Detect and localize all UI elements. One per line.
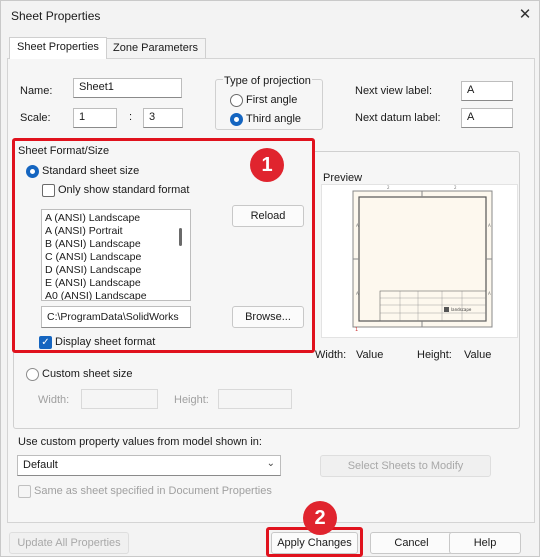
preview-zone-top: 2 [387, 185, 390, 190]
next-view-input[interactable]: A [461, 81, 513, 101]
step-badge-1: 1 [250, 148, 284, 182]
sheet-format-list[interactable]: A (ANSI) Landscape A (ANSI) Portrait B (… [41, 209, 191, 301]
preview-zone-right: A [488, 223, 491, 228]
preview-zone-bottom: 1 [355, 327, 358, 333]
same-as-label: Same as sheet specified in Document Prop… [34, 485, 272, 497]
custom-size-label: Custom sheet size [42, 368, 133, 380]
list-item[interactable]: C (ANSI) Landscape [45, 251, 141, 264]
preview-zone-right: A [488, 291, 491, 296]
apply-changes-button[interactable]: Apply Changes [271, 532, 358, 554]
reload-button[interactable]: Reload [232, 205, 304, 227]
standard-size-radio[interactable] [26, 165, 39, 178]
preview-title-block-text: landscape [451, 307, 472, 312]
next-datum-label: Next datum label: [355, 112, 441, 124]
custom-height-label: Height: [174, 394, 209, 406]
list-item[interactable]: E (ANSI) Landscape [45, 277, 141, 290]
preview-zone-top: 2 [454, 185, 457, 190]
help-button[interactable]: Help [449, 532, 521, 554]
browse-button[interactable]: Browse... [232, 306, 304, 328]
sheet-properties-dialog: Sheet Properties ✕ Sheet Properties Zone… [0, 0, 540, 557]
next-view-label: Next view label: [355, 85, 433, 97]
preview-width-value: Value [356, 349, 384, 361]
chevron-down-icon: ⌄ [266, 458, 275, 469]
standard-size-label: Standard sheet size [42, 165, 140, 177]
third-angle-label: Third angle [246, 113, 302, 125]
custom-size-radio[interactable] [26, 368, 39, 381]
first-angle-label: First angle [246, 94, 298, 106]
property-source-select[interactable]: Default ⌄ [17, 455, 281, 476]
tab-sheet-properties[interactable]: Sheet Properties [9, 37, 107, 59]
third-angle-radio[interactable] [230, 113, 243, 126]
preview-height-label: Height: [417, 349, 452, 361]
only-standard-label: Only show standard format [58, 184, 190, 196]
list-scrollbar-thumb[interactable] [179, 228, 182, 246]
scale-numerator-input[interactable]: 1 [73, 108, 117, 128]
next-datum-input[interactable]: A [461, 108, 513, 128]
preview-width-label: Width: [315, 349, 347, 361]
display-format-label: Display sheet format [55, 336, 156, 348]
first-angle-radio[interactable] [230, 94, 243, 107]
close-icon[interactable]: ✕ [515, 5, 535, 25]
custom-width-label: Width: [38, 394, 70, 406]
projection-title: Type of projection [223, 75, 312, 87]
cancel-button[interactable]: Cancel [370, 532, 453, 554]
scale-separator: : [129, 111, 133, 123]
custom-width-input[interactable] [81, 389, 158, 409]
preview-box: 2 2 A A A A 1 landscape [321, 184, 518, 338]
property-source-label: Use custom property values from model sh… [18, 436, 262, 448]
list-item[interactable]: A (ANSI) Landscape [45, 212, 140, 225]
sheet-format-title: Sheet Format/Size [18, 145, 110, 157]
name-input[interactable]: Sheet1 [73, 78, 182, 98]
sheet-preview-graphic: 2 2 A A A A 1 landscape [352, 185, 493, 333]
preview-height-value: Value [464, 349, 492, 361]
select-sheets-button[interactable]: Select Sheets to Modify [320, 455, 491, 477]
preview-zone-left: A [356, 291, 359, 296]
step-badge-2: 2 [303, 501, 337, 535]
custom-height-input[interactable] [218, 389, 292, 409]
tab-zone-parameters[interactable]: Zone Parameters [105, 38, 206, 58]
only-standard-checkbox[interactable] [42, 184, 55, 197]
preview-title: Preview [323, 172, 363, 184]
list-item[interactable]: B (ANSI) Landscape [45, 238, 141, 251]
list-item[interactable]: D (ANSI) Landscape [45, 264, 141, 277]
dialog-title: Sheet Properties [11, 9, 101, 23]
preview-zone-left: A [356, 223, 359, 228]
same-as-checkbox[interactable] [18, 485, 31, 498]
list-item[interactable]: A (ANSI) Portrait [45, 225, 123, 238]
sheet-format-path-input[interactable]: C:\ProgramData\SolidWorks [41, 306, 191, 328]
scale-denominator-input[interactable]: 3 [143, 108, 183, 128]
property-source-value: Default [23, 459, 58, 471]
list-item[interactable]: A0 (ANSI) Landscape [45, 290, 147, 300]
scale-label: Scale: [20, 112, 51, 124]
name-label: Name: [20, 85, 53, 97]
update-all-button[interactable]: Update All Properties [9, 532, 129, 554]
display-format-checkbox[interactable]: ✓ [39, 336, 52, 349]
